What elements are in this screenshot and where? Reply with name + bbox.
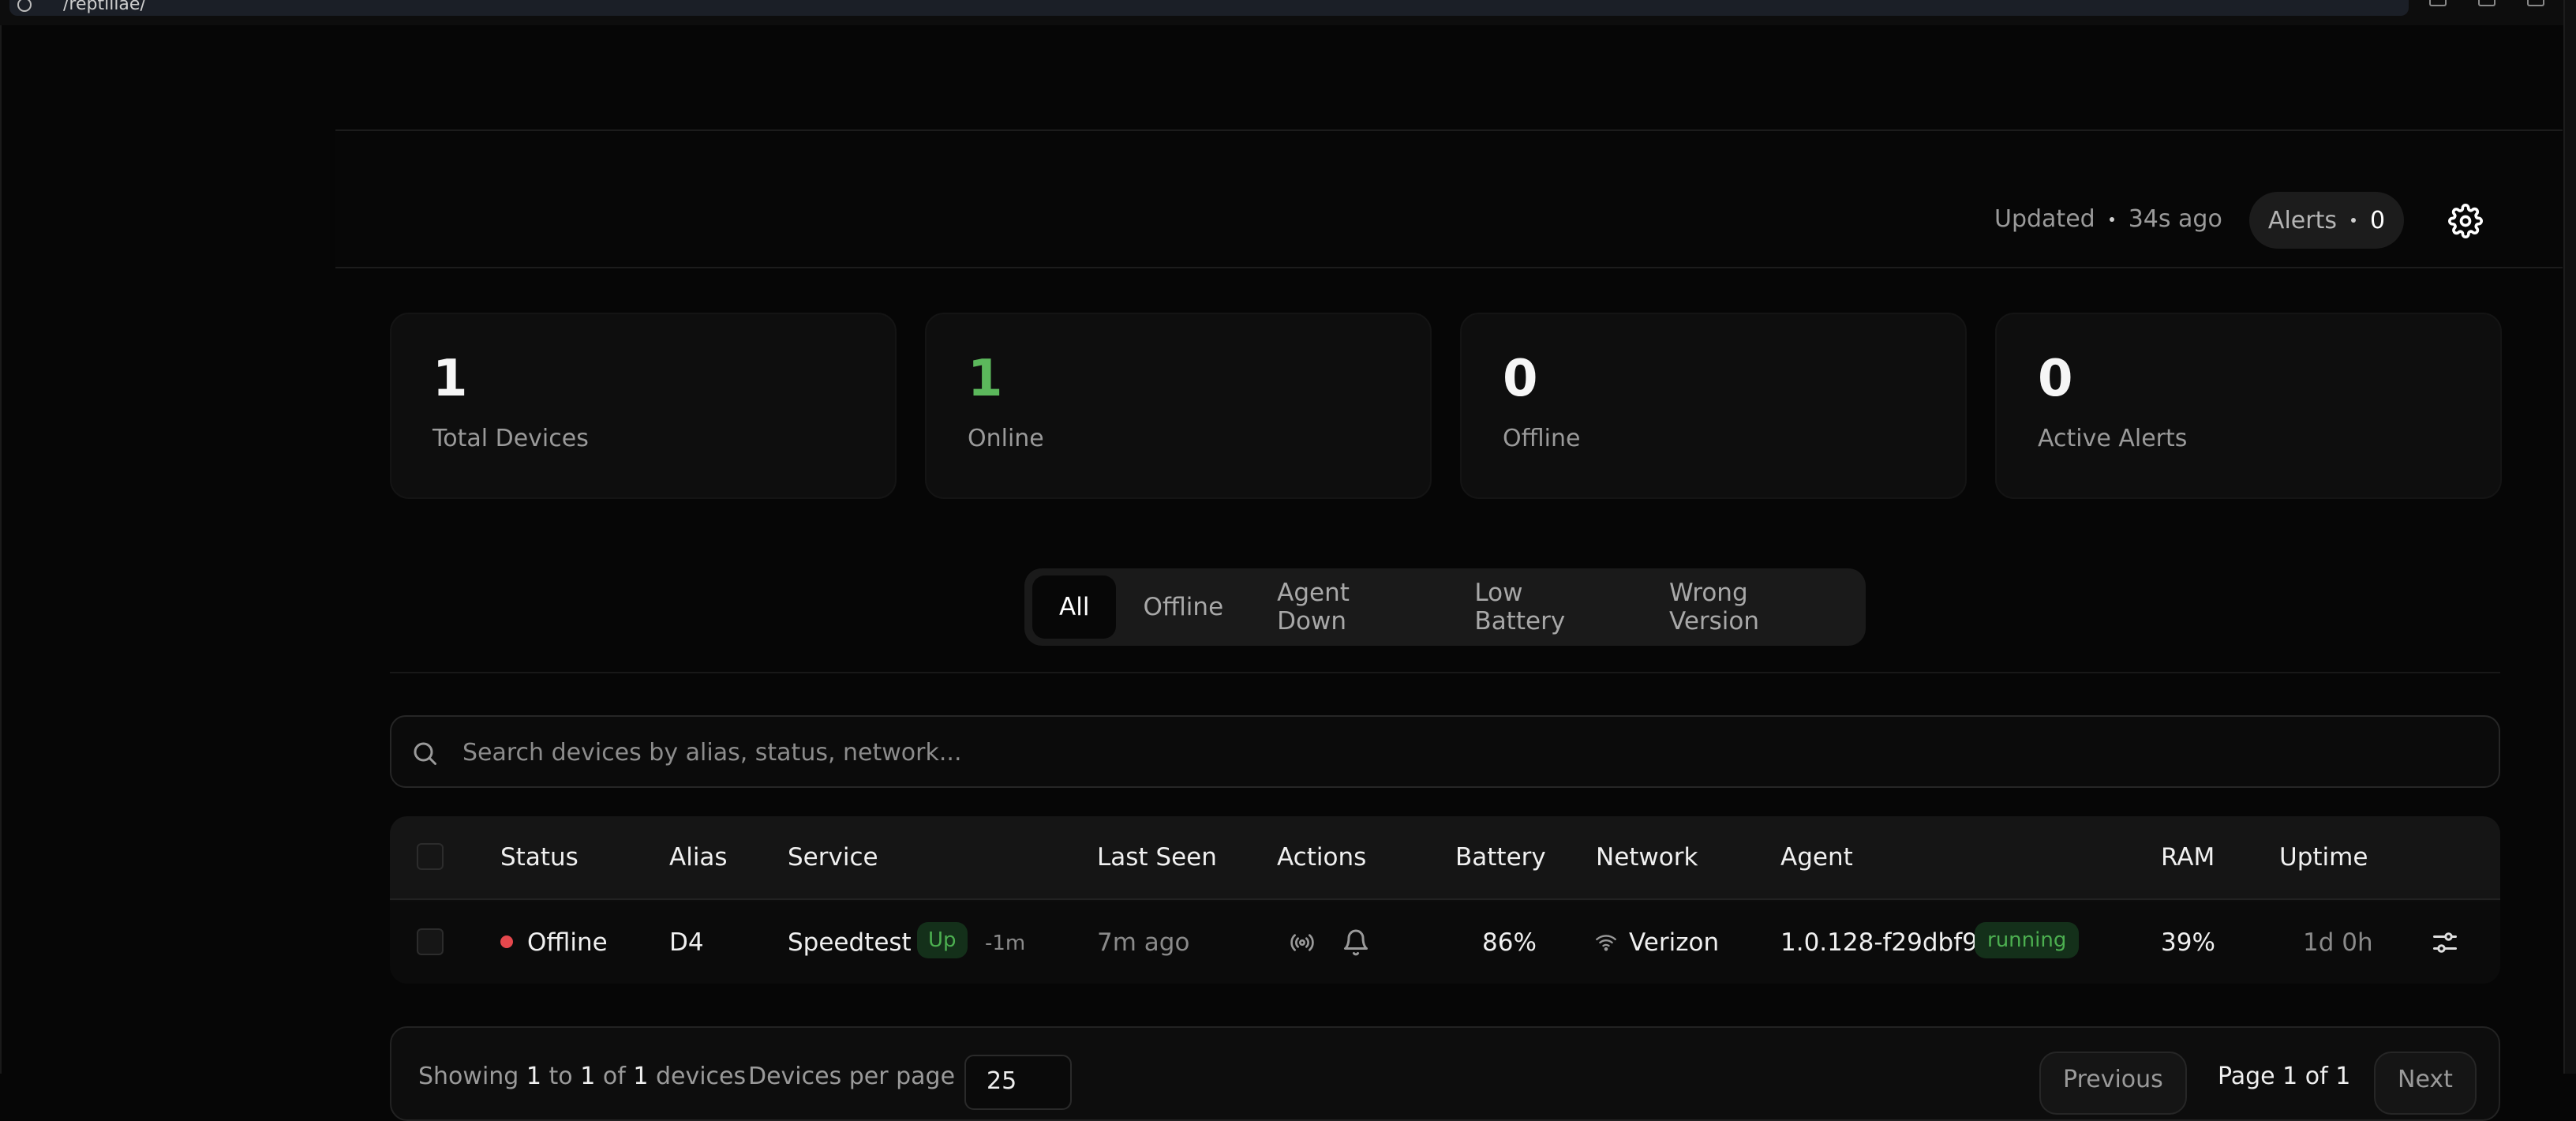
devices-table: Status Alias Service Last Seen Actions B… xyxy=(390,816,2500,984)
search-box xyxy=(390,715,2500,788)
status-dot xyxy=(500,935,513,948)
agent-version: 1.0.128-f29dbf9 xyxy=(1780,928,1978,957)
tab-offline[interactable]: Offline xyxy=(1116,575,1250,639)
stat-value: 0 xyxy=(1503,350,1538,408)
page-indicator: Page 1 of 1 xyxy=(2218,1063,2351,1090)
extensions-icon[interactable] xyxy=(2478,0,2496,6)
wifi-icon xyxy=(1596,935,1616,951)
status-cell: Offline xyxy=(500,928,608,957)
stat-label: Active Alerts xyxy=(2038,425,2188,452)
column-header-actions: Actions xyxy=(1277,843,1367,872)
stat-label: Offline xyxy=(1503,425,1581,452)
per-page-label: Devices per page xyxy=(748,1063,956,1090)
broadcast-icon[interactable] xyxy=(1286,930,1318,955)
pen-icon[interactable] xyxy=(2429,0,2447,6)
stat-card-total-devices: 1 Total Devices xyxy=(390,313,897,499)
stat-value: 1 xyxy=(432,350,468,408)
service-delta: -1m xyxy=(985,932,1026,955)
showing-of-word: of xyxy=(602,1063,626,1090)
last-seen-cell: 7m ago xyxy=(1097,928,1190,957)
column-header-ram[interactable]: RAM xyxy=(2161,843,2215,872)
alerts-button[interactable]: Alerts 0 xyxy=(2249,192,2404,249)
stat-card-offline: 0 Offline xyxy=(1460,313,1967,499)
showing-suffix: devices xyxy=(655,1063,747,1090)
tab-low-battery[interactable]: Low Battery xyxy=(1447,575,1642,639)
tab-agent-down[interactable]: Agent Down xyxy=(1250,575,1447,639)
column-header-battery[interactable]: Battery xyxy=(1455,843,1546,872)
updated-label: Updated xyxy=(1994,205,2095,233)
ram-cell: 39% xyxy=(2161,928,2215,957)
column-header-status[interactable]: Status xyxy=(500,843,578,872)
agent-state-badge: running xyxy=(1975,922,2080,958)
showing-to: 1 xyxy=(580,1063,596,1090)
select-all-checkbox[interactable] xyxy=(417,843,444,870)
showing-prefix: Showing xyxy=(418,1063,519,1090)
page-header xyxy=(335,131,2563,268)
search-input[interactable] xyxy=(461,733,2434,772)
alerts-label: Alerts xyxy=(2267,206,2337,234)
tab-wrong-version[interactable]: Wrong Version xyxy=(1642,575,1866,639)
stat-label: Total Devices xyxy=(432,425,589,452)
section-divider xyxy=(390,672,2500,673)
pagination-bar: Showing 1 to 1 of 1 devices Devices per … xyxy=(390,1026,2500,1121)
network-name: Verizon xyxy=(1629,928,1720,957)
next-button[interactable]: Next xyxy=(2374,1052,2477,1115)
separator-dot xyxy=(2350,218,2356,223)
status-text: Offline xyxy=(527,928,608,957)
stat-card-online: 1 Online xyxy=(925,313,1432,499)
bell-icon[interactable] xyxy=(1342,928,1370,957)
browser-actions xyxy=(2429,0,2544,6)
updated-ago: 34s ago xyxy=(2128,205,2222,233)
stat-value: 0 xyxy=(2038,350,2073,408)
gear-icon[interactable] xyxy=(2448,204,2483,238)
per-page-select[interactable]: 25 xyxy=(964,1055,1072,1110)
separator-dot xyxy=(2109,216,2114,222)
battery-cell: 86% xyxy=(1482,928,1537,957)
service-status-badge: Up xyxy=(917,922,968,958)
left-border xyxy=(0,25,2,1074)
previous-button[interactable]: Previous xyxy=(2039,1052,2187,1115)
sliders-icon[interactable] xyxy=(2431,928,2459,957)
column-header-alias[interactable]: Alias xyxy=(669,843,728,872)
showing-total: 1 xyxy=(633,1063,649,1090)
column-header-agent[interactable]: Agent xyxy=(1780,843,1853,872)
address-bar-url: /reptiliae/ xyxy=(63,0,146,14)
search-icon xyxy=(414,742,436,765)
showing-from: 1 xyxy=(526,1063,541,1090)
stat-card-active-alerts: 0 Active Alerts xyxy=(1995,313,2502,499)
last-updated: Updated 34s ago xyxy=(1994,205,2222,233)
showing-summary: Showing 1 to 1 of 1 devices xyxy=(418,1063,746,1090)
tab-all[interactable]: All xyxy=(1032,575,1117,639)
browser-toolbar: /reptiliae/ xyxy=(0,0,2576,25)
column-header-uptime[interactable]: Uptime xyxy=(2279,843,2368,872)
row-checkbox[interactable] xyxy=(417,928,444,955)
stat-value: 1 xyxy=(968,350,1003,408)
service-name: Speedtest xyxy=(788,928,912,957)
alerts-count: 0 xyxy=(2369,206,2386,234)
alias-cell: D4 xyxy=(669,928,704,957)
vertical-scrollbar[interactable] xyxy=(2563,0,2576,1074)
window-icon[interactable] xyxy=(2527,0,2544,6)
column-header-last-seen[interactable]: Last Seen xyxy=(1097,843,1217,872)
uptime-cell: 1d 0h xyxy=(2303,928,2373,957)
table-row[interactable]: Offline D4 Speedtest Up -1m 7m ago 86% V… xyxy=(390,902,2500,984)
filter-tabs: All Offline Agent Down Low Battery Wrong… xyxy=(1024,568,1866,646)
column-header-network[interactable]: Network xyxy=(1596,843,1698,872)
showing-to-word: to xyxy=(549,1063,573,1090)
table-header: Status Alias Service Last Seen Actions B… xyxy=(390,816,2500,900)
stat-label: Online xyxy=(968,425,1044,452)
address-bar[interactable]: /reptiliae/ xyxy=(9,0,2409,16)
reload-icon[interactable] xyxy=(17,0,32,12)
column-header-service[interactable]: Service xyxy=(788,843,878,872)
